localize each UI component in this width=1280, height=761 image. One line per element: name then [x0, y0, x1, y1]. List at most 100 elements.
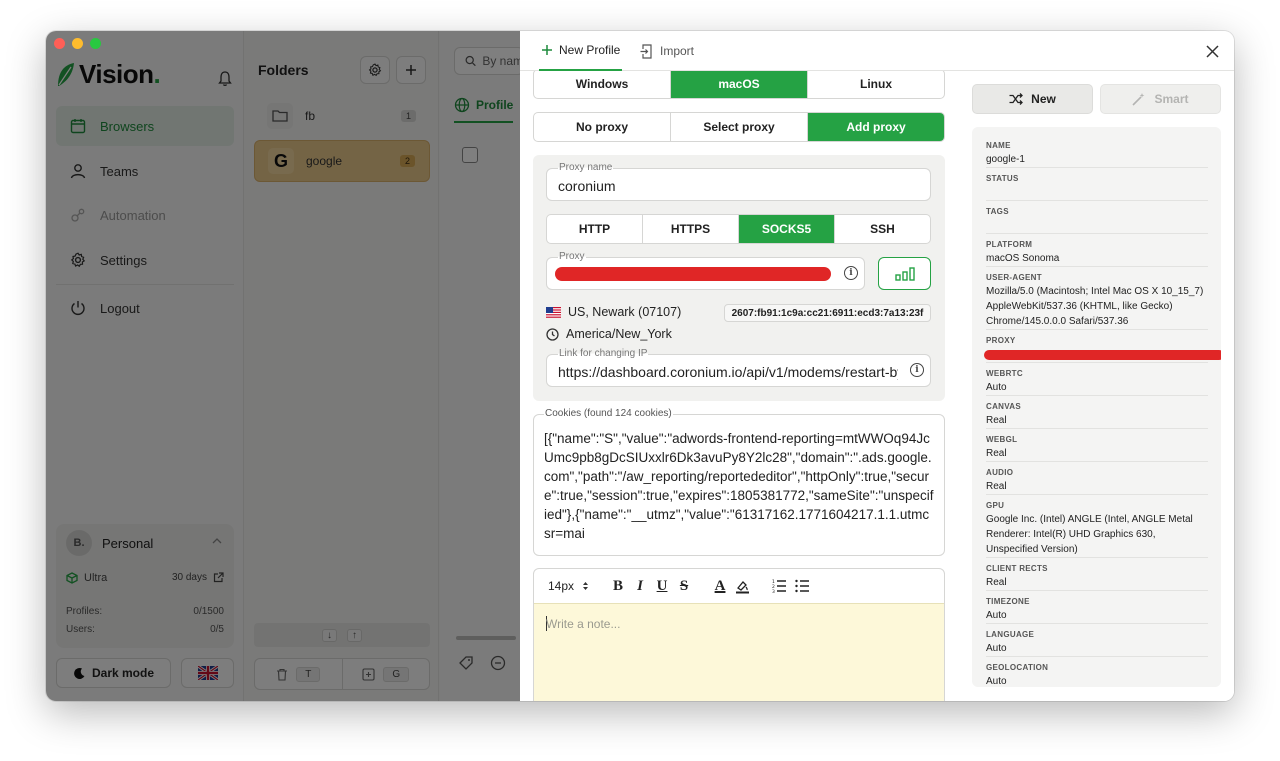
os-option-linux[interactable]: Linux: [808, 71, 944, 98]
folders-panel: Folders fb 1 G google 2 ↓ ↑ T G: [245, 31, 439, 701]
clock-icon: [546, 327, 559, 341]
detail-timezone: TIMEZONE Auto: [986, 591, 1208, 624]
detail-proxy: PROXY: [984, 330, 1221, 363]
tab-new-profile[interactable]: New Profile: [539, 31, 623, 71]
proxy-mode-select[interactable]: Select proxy: [671, 113, 808, 141]
folder-icon: [267, 103, 293, 129]
protocol-https[interactable]: HTTPS: [643, 215, 739, 243]
horizontal-scrollbar[interactable]: [456, 636, 516, 640]
bell-icon[interactable]: [218, 71, 232, 87]
proxy-name-value: coronium: [558, 178, 616, 194]
folder-name: fb: [305, 109, 316, 123]
proxy-location: US, Newark (07107): [546, 305, 681, 319]
redacted-proxy-value: [555, 267, 831, 281]
sidebar-item-browsers[interactable]: Browsers: [56, 106, 234, 146]
os-option-windows[interactable]: Windows: [534, 71, 671, 98]
folder-item-fb[interactable]: fb 1: [254, 95, 430, 137]
user-icon: [70, 164, 86, 179]
ordered-list-icon[interactable]: 123: [772, 579, 787, 593]
protocol-http[interactable]: HTTP: [547, 215, 643, 243]
font-size-select[interactable]: 14px: [548, 579, 589, 593]
select-all-checkbox[interactable]: [462, 147, 478, 163]
folder-item-google[interactable]: G google 2: [254, 140, 430, 182]
sidebar-item-automation[interactable]: Automation: [56, 195, 234, 235]
sidebar-item-settings[interactable]: Settings: [56, 240, 234, 280]
proxy-mode-none[interactable]: No proxy: [534, 113, 671, 141]
plan-days[interactable]: 30 days: [172, 572, 224, 583]
detail-value: Auto: [986, 643, 1007, 654]
language-button[interactable]: [181, 658, 234, 688]
folder-settings-button[interactable]: [360, 56, 390, 84]
proxy-settings: Proxy name coronium HTTP HTTPS SOCKS5 SS…: [533, 155, 945, 401]
detail-label: CANVAS: [986, 402, 1021, 411]
sidebar-divider: [56, 284, 234, 285]
close-modal-button[interactable]: [1202, 41, 1222, 61]
users-label: Users:: [66, 624, 95, 635]
check-proxy-button[interactable]: [878, 257, 931, 290]
zoom-window-button[interactable]: [90, 38, 101, 49]
os-option-macos[interactable]: macOS: [671, 71, 808, 98]
proxy-name-field[interactable]: Proxy name coronium: [546, 162, 931, 201]
underline-icon[interactable]: U: [655, 578, 669, 595]
note-input[interactable]: Write a note...: [534, 603, 944, 701]
detail-name: NAME google-1: [986, 135, 1208, 168]
protocol-socks5[interactable]: SOCKS5: [739, 215, 835, 243]
signal-bars-icon: [894, 266, 915, 281]
sort-up-button[interactable]: ↑: [347, 628, 362, 642]
cookies-field[interactable]: Cookies (found 124 cookies) [{"name":"S"…: [533, 408, 945, 556]
smart-fingerprint-button[interactable]: Smart: [1100, 84, 1221, 114]
info-icon[interactable]: i: [844, 266, 858, 280]
strikethrough-icon[interactable]: S: [677, 578, 691, 595]
modal-tabs: New Profile Import: [520, 31, 1234, 71]
info-icon[interactable]: i: [910, 363, 924, 377]
dark-mode-button[interactable]: Dark mode: [56, 658, 171, 688]
close-window-button[interactable]: [54, 38, 65, 49]
add-folder-button[interactable]: [396, 56, 426, 84]
change-ip-link-field[interactable]: Link for changing IP https://dashboard.c…: [546, 348, 931, 387]
new-fingerprint-button[interactable]: New: [972, 84, 1093, 114]
tag-icon[interactable]: [458, 655, 474, 671]
detail-platform: PLATFORM macOS Sonoma: [986, 234, 1208, 267]
add-box-icon: [362, 667, 375, 681]
change-ip-link-value: https://dashboard.coronium.io/api/v1/mod…: [558, 364, 898, 380]
avatar[interactable]: B.: [66, 530, 92, 556]
protocol-ssh[interactable]: SSH: [835, 215, 930, 243]
detail-value: google-1: [986, 154, 1025, 165]
highlight-icon[interactable]: [735, 579, 750, 594]
detail-tags: TAGS: [986, 201, 1208, 234]
more-icon[interactable]: [490, 655, 506, 671]
profiles-value: 0/1500: [193, 606, 224, 617]
profile-search[interactable]: By nam: [454, 47, 524, 75]
sidebar-item-logout[interactable]: Logout: [56, 288, 234, 328]
tab-import[interactable]: Import: [640, 31, 694, 71]
tab-profiles[interactable]: Profile: [454, 97, 514, 123]
detail-label: WEBRTC: [986, 369, 1023, 378]
italic-icon[interactable]: I: [633, 578, 647, 595]
proxy-mode-add[interactable]: Add proxy: [808, 113, 944, 141]
days-remaining: 30 days: [171, 572, 207, 583]
smart-button-label: Smart: [1154, 92, 1189, 106]
detail-value: Real: [986, 481, 1007, 492]
sidebar-item-teams[interactable]: Teams: [56, 151, 234, 191]
cube-icon: [66, 572, 78, 584]
sort-down-button[interactable]: ↓: [322, 628, 337, 642]
proxy-field[interactable]: Proxy i: [546, 251, 865, 290]
proxy-name-label: Proxy name: [558, 162, 614, 173]
text-color-icon[interactable]: A: [713, 578, 727, 595]
account-name[interactable]: Personal: [102, 536, 153, 551]
detail-label: STATUS: [986, 174, 1019, 183]
detail-value: Mozilla/5.0 (Macintosh; Intel Mac OS X 1…: [986, 286, 1204, 327]
add-to-folder-button[interactable]: G: [343, 659, 430, 689]
bold-icon[interactable]: B: [611, 578, 625, 595]
detail-label: PLATFORM: [986, 240, 1033, 249]
detail-geolocation: GEOLOCATION Auto: [986, 657, 1208, 687]
timezone-text: America/New_York: [566, 327, 672, 341]
bullet-list-icon[interactable]: [795, 579, 810, 593]
chevron-up-icon[interactable]: [212, 538, 222, 544]
delete-folder-button[interactable]: T: [255, 659, 343, 689]
minimize-window-button[interactable]: [72, 38, 83, 49]
detail-value: macOS Sonoma: [986, 253, 1060, 264]
updown-icon: [583, 582, 589, 590]
profiles-main-area: By nam Profile: [440, 31, 524, 701]
sidebar-item-label: Settings: [100, 252, 147, 268]
